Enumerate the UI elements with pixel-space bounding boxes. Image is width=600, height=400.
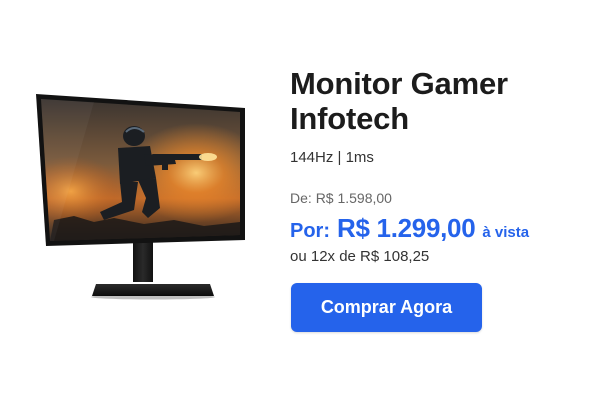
current-price-suffix: à vista: [482, 224, 530, 241]
current-price: Por: R$ 1.299,00 à vista: [290, 213, 590, 244]
monitor-icon: [36, 94, 245, 300]
buy-now-button[interactable]: Comprar Agora: [291, 283, 482, 332]
product-title-line1: Monitor Gamer: [290, 66, 508, 101]
current-price-prefix: Por:: [290, 220, 330, 242]
product-card: Monitor Gamer Infotech 144Hz | 1ms De: R…: [0, 0, 600, 400]
product-specs: 144Hz | 1ms: [290, 149, 374, 166]
product-image: [34, 92, 250, 304]
product-title-line2: Infotech: [290, 101, 409, 136]
product-info: Monitor Gamer Infotech 144Hz | 1ms De: R…: [290, 66, 590, 266]
old-price: De: R$ 1.598,00: [290, 190, 590, 207]
product-title: Monitor Gamer Infotech: [290, 66, 590, 136]
installments-text: ou 12x de R$ 108,25: [290, 248, 430, 265]
old-price-label: De:: [290, 190, 312, 206]
old-price-value: R$ 1.598,00: [315, 190, 392, 206]
current-price-value: R$ 1.299,00: [337, 213, 476, 243]
